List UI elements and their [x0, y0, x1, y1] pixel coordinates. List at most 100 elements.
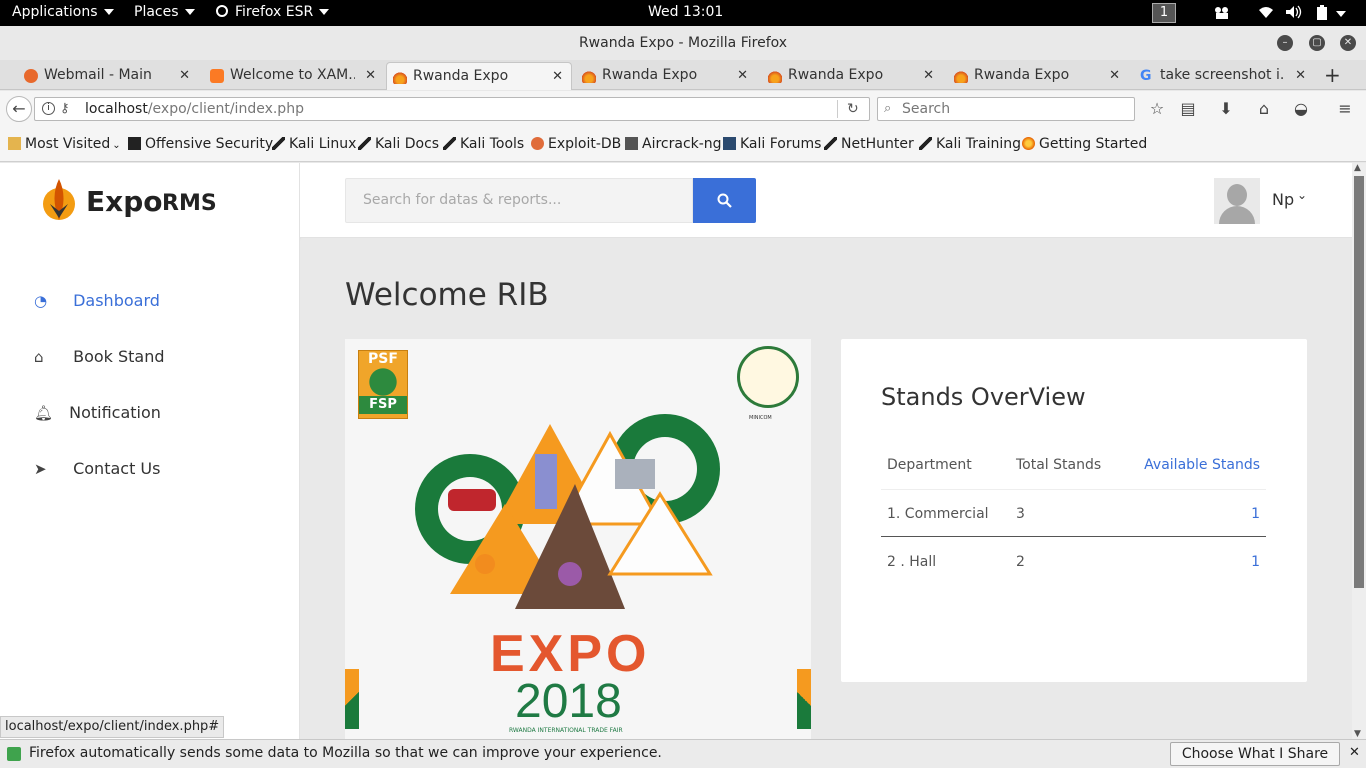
video-icon[interactable]	[1214, 6, 1230, 24]
bookmark-aircrack-ng[interactable]: Aircrack-ng	[625, 136, 722, 152]
reload-icon[interactable]: ↻	[847, 98, 859, 120]
search-bar[interactable]: ⌕ Search	[877, 97, 1135, 121]
chevron-down-icon	[1336, 11, 1346, 17]
exploit-db-icon	[531, 137, 544, 150]
user-name: Np	[1272, 190, 1295, 209]
tab-rwanda-expo[interactable]: Rwanda Expo ✕	[576, 62, 756, 90]
cell-department: 1. Commercial	[887, 506, 989, 522]
bookmark-kali-forums[interactable]: Kali Forums	[723, 136, 821, 152]
app-search-button[interactable]	[693, 178, 756, 223]
status-url-tooltip: localhost/expo/client/index.php#	[0, 716, 225, 738]
tab-xampp[interactable]: Welcome to XAM... ✕	[204, 62, 384, 90]
column-header-total-stands: Total Stands	[1016, 457, 1102, 473]
url-bar[interactable]: i ⚷ localhost/expo/client/index.php ↻	[34, 97, 870, 121]
bookmark-exploit-db[interactable]: Exploit-DB	[531, 136, 621, 152]
pocket-icon[interactable]: ◒	[1292, 100, 1310, 118]
bookmark-star-icon[interactable]: ☆	[1148, 100, 1166, 118]
bookmark-nethunter[interactable]: NetHunter	[824, 136, 914, 152]
sidebar-item-contact-us[interactable]: ➤ Contact Us	[34, 459, 160, 478]
scroll-up-arrow-icon[interactable]: ▲	[1354, 163, 1361, 173]
bookmark-label: Kali Training	[936, 136, 1021, 152]
sidebar-item-book-stand[interactable]: ⌂ Book Stand	[34, 347, 165, 366]
bookmark-most-visited[interactable]: Most Visited ⌄	[8, 136, 121, 152]
url-divider	[837, 100, 838, 118]
tab-rwanda-expo-active[interactable]: Rwanda Expo ✕	[386, 62, 572, 90]
close-tab-icon[interactable]: ✕	[923, 62, 934, 89]
dashboard-icon: ◔	[34, 292, 48, 310]
places-menu[interactable]: Places	[134, 4, 195, 20]
table-row: 1. Commercial 3 1	[881, 489, 1266, 537]
google-icon: G	[1140, 68, 1152, 84]
close-tab-icon[interactable]: ✕	[365, 62, 376, 89]
expo-logo[interactable]: Expo RMS	[38, 177, 288, 223]
psf-text: PSF	[368, 351, 398, 367]
sidebar-item-label: Notification	[69, 403, 161, 422]
maximize-button[interactable]: ▢	[1309, 35, 1325, 51]
cell-available-stands[interactable]: 1	[1251, 554, 1260, 570]
user-menu[interactable]: Np ⌄	[1214, 178, 1314, 224]
workspace-indicator[interactable]: 1	[1152, 3, 1176, 23]
firefox-app-menu[interactable]: Firefox ESR	[216, 4, 330, 20]
bookmark-offensive-security[interactable]: Offensive Security	[128, 136, 273, 152]
app-search-input[interactable]: Search for datas & reports...	[345, 178, 693, 223]
bookmark-getting-started[interactable]: Getting Started	[1022, 136, 1147, 152]
scroll-down-arrow-icon[interactable]: ▼	[1354, 729, 1361, 739]
clock[interactable]: Wed 13:01	[648, 4, 723, 20]
psf-logo: PSF FSP	[358, 350, 408, 419]
cell-available-stands[interactable]: 1	[1251, 506, 1260, 522]
tab-rwanda-expo[interactable]: Rwanda Expo ✕	[948, 62, 1128, 90]
vertical-scrollbar[interactable]: ▲ ▼	[1352, 163, 1366, 739]
applications-menu[interactable]: Applications	[12, 4, 114, 20]
home-icon[interactable]: ⌂	[1255, 100, 1273, 118]
tab-webmail[interactable]: Webmail - Main ✕	[18, 62, 198, 90]
volume-icon[interactable]	[1285, 5, 1303, 23]
scrollbar-thumb[interactable]	[1354, 176, 1364, 588]
tab-google-search[interactable]: G take screenshot i... ✕	[1134, 62, 1314, 90]
bookmark-kali-training[interactable]: Kali Training	[919, 136, 1021, 152]
close-tab-icon[interactable]: ✕	[1109, 62, 1120, 89]
bookmarks-toolbar: Most Visited ⌄ Offensive Security Kali Li…	[0, 127, 1366, 162]
kali-dragon-icon	[824, 137, 837, 150]
reading-list-icon[interactable]: ▤	[1179, 100, 1197, 118]
wifi-icon[interactable]	[1258, 5, 1274, 23]
table-row: 2 . Hall 2 1	[881, 538, 1266, 586]
url-text: localhost/expo/client/index.php	[85, 98, 304, 120]
close-tab-icon[interactable]: ✕	[737, 62, 748, 89]
tab-label: Rwanda Expo	[788, 67, 884, 83]
tab-rwanda-expo[interactable]: Rwanda Expo ✕	[762, 62, 942, 90]
system-top-bar: Applications Places Firefox ESR Wed 13:0…	[0, 0, 1366, 26]
button-label: Choose What I Share	[1181, 746, 1329, 762]
choose-what-i-share-button[interactable]: Choose What I Share	[1170, 742, 1340, 766]
firefox-app-icon	[216, 5, 228, 17]
chevron-down-icon: ⌄	[1297, 188, 1308, 202]
firefox-icon	[1022, 137, 1035, 150]
window-title-bar: Rwanda Expo - Mozilla Firefox – ▢ ✕	[0, 26, 1366, 60]
battery-icon[interactable]	[1316, 5, 1346, 25]
new-tab-button[interactable]: +	[1324, 62, 1344, 90]
back-button[interactable]: ←	[6, 96, 32, 122]
brand-sub-text: RMS	[162, 191, 217, 216]
close-tab-icon[interactable]: ✕	[552, 63, 563, 90]
key-icon: ⚷	[60, 101, 70, 116]
close-notification-icon[interactable]: ✕	[1349, 745, 1360, 760]
close-tab-icon[interactable]: ✕	[179, 62, 190, 89]
close-tab-icon[interactable]: ✕	[1295, 62, 1306, 89]
sidebar-item-dashboard[interactable]: ◔ Dashboard	[34, 291, 160, 310]
offsec-icon	[128, 137, 141, 150]
bookmark-kali-docs[interactable]: Kali Docs	[358, 136, 439, 152]
tab-label: Rwanda Expo	[602, 67, 698, 83]
download-icon[interactable]: ⬇	[1217, 100, 1235, 118]
bookmark-label: Exploit-DB	[548, 136, 622, 152]
close-window-button[interactable]: ✕	[1340, 35, 1356, 51]
tab-label: take screenshot i...	[1160, 67, 1285, 83]
menu-hamburger-icon[interactable]: ≡	[1336, 100, 1354, 118]
bookmark-kali-linux[interactable]: Kali Linux	[272, 136, 356, 152]
poster-caption: RWANDA INTERNATIONAL TRADE FAIR	[509, 727, 623, 734]
bookmark-kali-tools[interactable]: Kali Tools	[443, 136, 524, 152]
data-sharing-notification-bar: Firefox automatically sends some data to…	[0, 739, 1366, 768]
sidebar-item-notification[interactable]: 🔔︎ Notification	[34, 403, 161, 422]
applications-label: Applications	[12, 4, 98, 20]
card-title: Stands OverView	[881, 383, 1086, 411]
info-icon[interactable]: i	[42, 102, 55, 115]
minimize-button[interactable]: –	[1277, 35, 1293, 51]
